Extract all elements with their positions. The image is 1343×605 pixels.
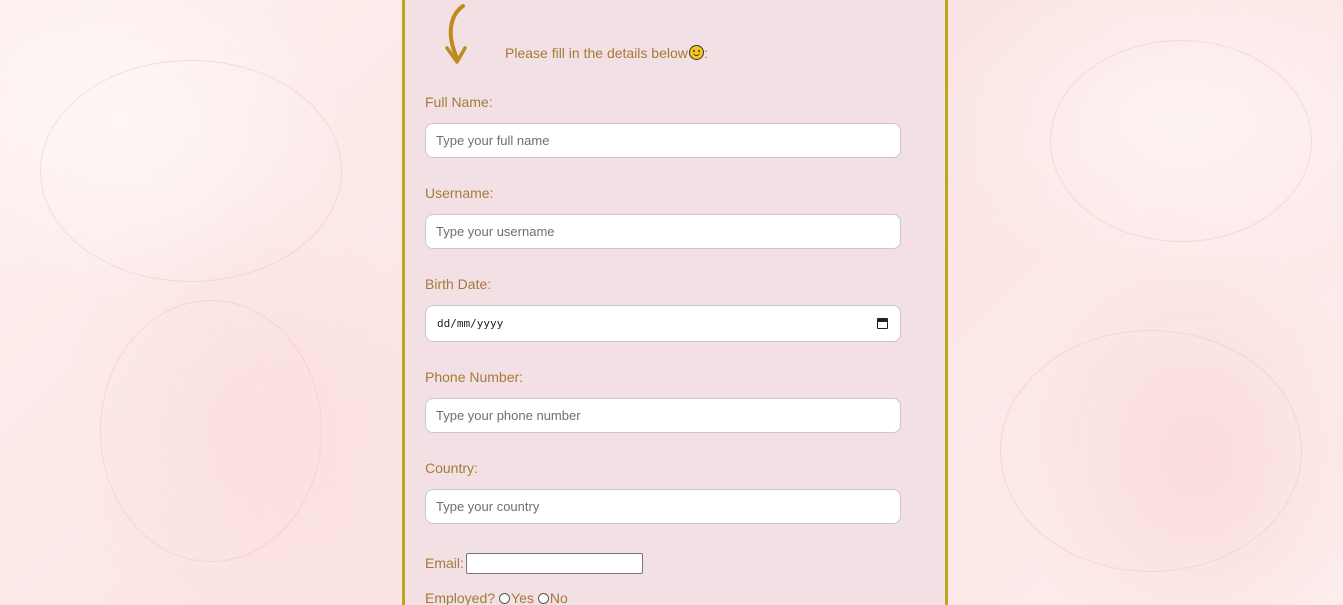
- email-label: Email:: [425, 555, 464, 571]
- employed-label: Employed?: [425, 590, 496, 605]
- background-swirl: [1000, 330, 1302, 572]
- form-intro: Please fill in the details below:: [505, 45, 708, 61]
- background-swirl: [1050, 40, 1312, 242]
- full-name-input[interactable]: [425, 123, 901, 158]
- phone-number-input[interactable]: [425, 398, 901, 433]
- username-input[interactable]: [425, 214, 901, 249]
- employed-no-radio[interactable]: [537, 593, 549, 604]
- form-intro-suffix: :: [703, 45, 708, 61]
- employed-yes-radio[interactable]: [499, 593, 511, 604]
- arrow-down-icon: [445, 4, 467, 64]
- background-swirl: [40, 60, 342, 282]
- employed-row: Employed? Yes No: [425, 590, 568, 605]
- username-label: Username:: [425, 185, 494, 201]
- smile-icon: [688, 45, 704, 60]
- birth-date-value: dd/mm/yyyy: [437, 317, 504, 330]
- form-intro-text: Please fill in the details below: [505, 45, 688, 61]
- email-input[interactable]: [466, 553, 643, 574]
- country-label: Country:: [425, 460, 478, 476]
- birth-date-label: Birth Date:: [425, 276, 492, 292]
- calendar-icon[interactable]: [877, 318, 888, 329]
- signup-form-panel: Please fill in the details below: Full N…: [402, 0, 948, 605]
- background-swirl: [100, 300, 322, 562]
- full-name-label: Full Name:: [425, 94, 493, 110]
- employed-no-label[interactable]: No: [550, 590, 568, 605]
- birth-date-input[interactable]: dd/mm/yyyy: [425, 305, 901, 342]
- country-input[interactable]: [425, 489, 901, 524]
- employed-yes-label[interactable]: Yes: [511, 590, 534, 605]
- phone-number-label: Phone Number:: [425, 369, 524, 385]
